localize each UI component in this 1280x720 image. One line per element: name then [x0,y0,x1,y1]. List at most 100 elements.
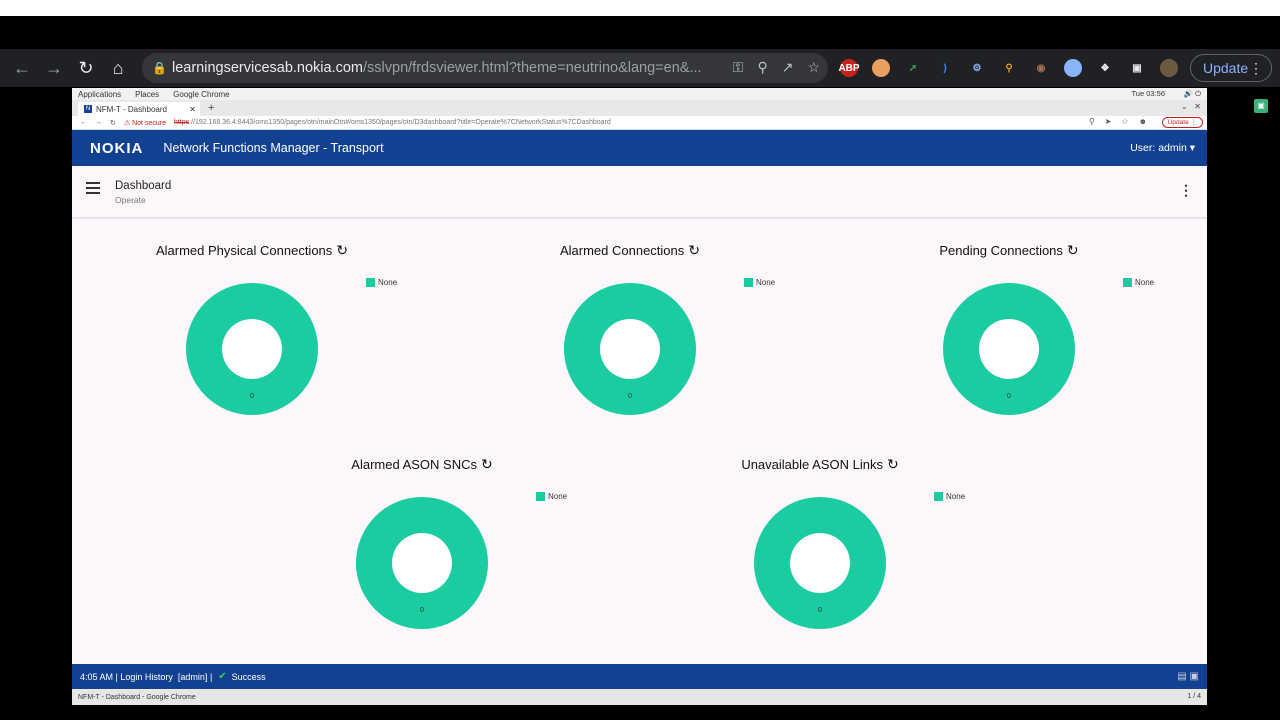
adblock-extension-icon[interactable]: ABP [838,59,860,77]
menu-applications[interactable]: Applications [78,90,121,99]
page-header: Dashboard Operate ⋮ [72,166,1207,218]
lock-icon: 🔒 [152,61,167,75]
puzzle-icon[interactable]: ❖ [1096,59,1114,77]
vm-back-icon[interactable]: ← [80,119,87,126]
sidebar-icon[interactable]: ▣ [1128,59,1146,77]
donut-chart[interactable]: 0 [754,497,886,629]
vm-update-button[interactable]: Update ⋮ [1161,117,1203,128]
forward-icon[interactable]: → [38,52,70,84]
extension-icon[interactable]: ⚲ [1000,59,1018,77]
vm-forward-icon[interactable]: → [95,119,102,126]
screen-top-bar [0,0,1280,16]
nokia-favicon: N [84,105,92,113]
bookmark-star-icon[interactable]: ☆ [807,59,820,76]
tab-dashboard[interactable]: N NFM-T - Dashboard ✕ [78,102,200,116]
url-scheme: https [173,119,190,126]
vm-tab-strip: N NFM-T - Dashboard ✕ + ⌄ ✕ [72,100,1207,116]
vm-menubar: Applications Places Google Chrome Tue 03… [72,88,1207,100]
donut-chart[interactable]: 0 [943,283,1075,415]
update-button[interactable]: Update ⋮ [1190,54,1272,82]
url-host: learningservicesab.nokia.com [172,60,364,76]
window-controls[interactable]: ⌄ ✕ [1181,102,1201,111]
widget-alarmed-ason-sncs: Alarmed ASON SNCs ↻ 0 None [292,456,567,646]
widget-alarmed-physical-connections: Alarmed Physical Connections ↻ 0 None [122,242,397,432]
vm-star-icon[interactable]: ☆ [1121,117,1128,126]
widget-title: Alarmed Physical Connections [155,243,333,258]
vm-reload-icon[interactable]: ↻ [110,119,116,127]
refresh-icon[interactable]: ↻ [1067,242,1079,258]
donut-value: 0 [628,393,632,400]
extension-icon[interactable] [872,59,890,77]
widget-title: Pending Connections [939,243,1063,258]
refresh-icon[interactable]: ↻ [688,242,700,258]
legend-item[interactable]: None [536,492,567,501]
widget-title: Unavailable ASON Links [741,457,883,472]
home-icon[interactable]: ⌂ [102,52,134,84]
status-bar-icons[interactable]: ▤ ▣ [1177,671,1199,682]
vm-taskbar: NFM-T - Dashboard - Google Chrome 1 / 4 [72,689,1207,705]
vm-zoom-icon[interactable]: ⚲ [1089,117,1095,126]
menu-dots-icon[interactable]: ⋮ [1249,60,1263,77]
donut-value: 0 [250,393,254,400]
share-icon[interactable]: ↗ [782,59,794,76]
clock: Tue 03:56 [1131,89,1166,98]
vm-send-icon[interactable]: ➤ [1105,117,1112,126]
address-bar[interactable]: 🔒 learningservicesab.nokia.com/sslvpn/fr… [142,53,828,83]
new-tab-icon[interactable]: + [208,102,214,116]
extension-icon[interactable]: ◉ [1032,59,1050,77]
vm-address-bar[interactable]: ← → ↻ ⚠ Not secure https ://192.168.36.4… [72,116,1207,130]
check-icon: ✔ [218,671,227,682]
more-options-icon[interactable]: ⋮ [1179,182,1193,199]
menu-places[interactable]: Places [135,90,159,99]
menu-google-chrome[interactable]: Google Chrome [173,90,229,99]
app-header: NOKIA Network Functions Manager - Transp… [72,130,1207,166]
nokia-logo: NOKIA [90,139,144,157]
back-icon[interactable]: ← [6,52,38,84]
extension-icon[interactable]: ➚ [904,59,922,77]
user-menu[interactable]: User: admin ▾ [1130,142,1195,154]
outer-browser-toolbar: ← → ↻ ⌂ 🔒 learningservicesab.nokia.com/s… [0,49,1280,87]
donut-chart[interactable]: 0 [564,283,696,415]
close-tab-icon[interactable]: ✕ [189,105,196,114]
refresh-icon[interactable]: ↻ [336,242,348,258]
refresh-icon[interactable]: ↻ [887,456,899,472]
extension-icon[interactable]: ⚙ [968,59,986,77]
donut-value: 0 [420,607,424,614]
system-tray-icon[interactable]: 🔊 ⏻ [1184,89,1201,99]
avatar[interactable] [1160,59,1178,77]
vm-profile-icon[interactable]: ☻ [1139,117,1147,126]
hamburger-menu-icon[interactable] [86,182,100,194]
url-path: /sslvpn/frdsviewer.html?theme=neutrino&l… [363,60,702,76]
status-result: Success [231,671,266,682]
legend-item[interactable]: None [934,492,965,501]
legend-item[interactable]: None [366,278,397,287]
widget-title: Alarmed Connections [559,243,685,258]
key-icon[interactable]: ⚿ [733,59,744,76]
donut-chart[interactable]: 0 [356,497,488,629]
tab-title: NFM-T - Dashboard [96,104,167,114]
widget-unavailable-ason-links: Unavailable ASON Links ↻ 0 None [690,456,965,646]
breadcrumb: Operate [115,195,146,205]
refresh-icon[interactable]: ↻ [481,456,493,472]
zoom-icon[interactable]: ⚲ [757,59,767,76]
extension-icon[interactable]: ) [936,59,954,77]
taskbar-item[interactable]: NFM-T - Dashboard - Google Chrome [78,694,196,701]
legend-item[interactable]: None [744,278,775,287]
donut-value: 0 [1007,393,1011,400]
update-label: Update [1203,60,1249,76]
vm-url: ://192.168.36.4:8443/oms1350/pages/otn/m… [189,119,611,126]
app-title: Network Functions Manager - Transport [163,141,384,155]
widget-title: Alarmed ASON SNCs [351,457,477,472]
widget-alarmed-connections: Alarmed Connections ↻ 0 None [500,242,775,432]
legend-item[interactable]: None [1123,278,1154,287]
reload-icon[interactable]: ↻ [70,52,102,84]
status-user: [admin] [177,671,208,682]
login-history-link[interactable]: Login History [120,672,173,682]
donut-chart[interactable]: 0 [186,283,318,415]
remote-session-icon[interactable]: ▣ [1254,99,1268,113]
status-time: 4:05 AM [80,671,114,682]
page-title: Dashboard [115,180,172,192]
not-secure-warning[interactable]: ⚠ Not secure [124,119,166,127]
extension-icon[interactable] [1064,59,1082,77]
remote-desktop: Applications Places Google Chrome Tue 03… [72,88,1207,705]
